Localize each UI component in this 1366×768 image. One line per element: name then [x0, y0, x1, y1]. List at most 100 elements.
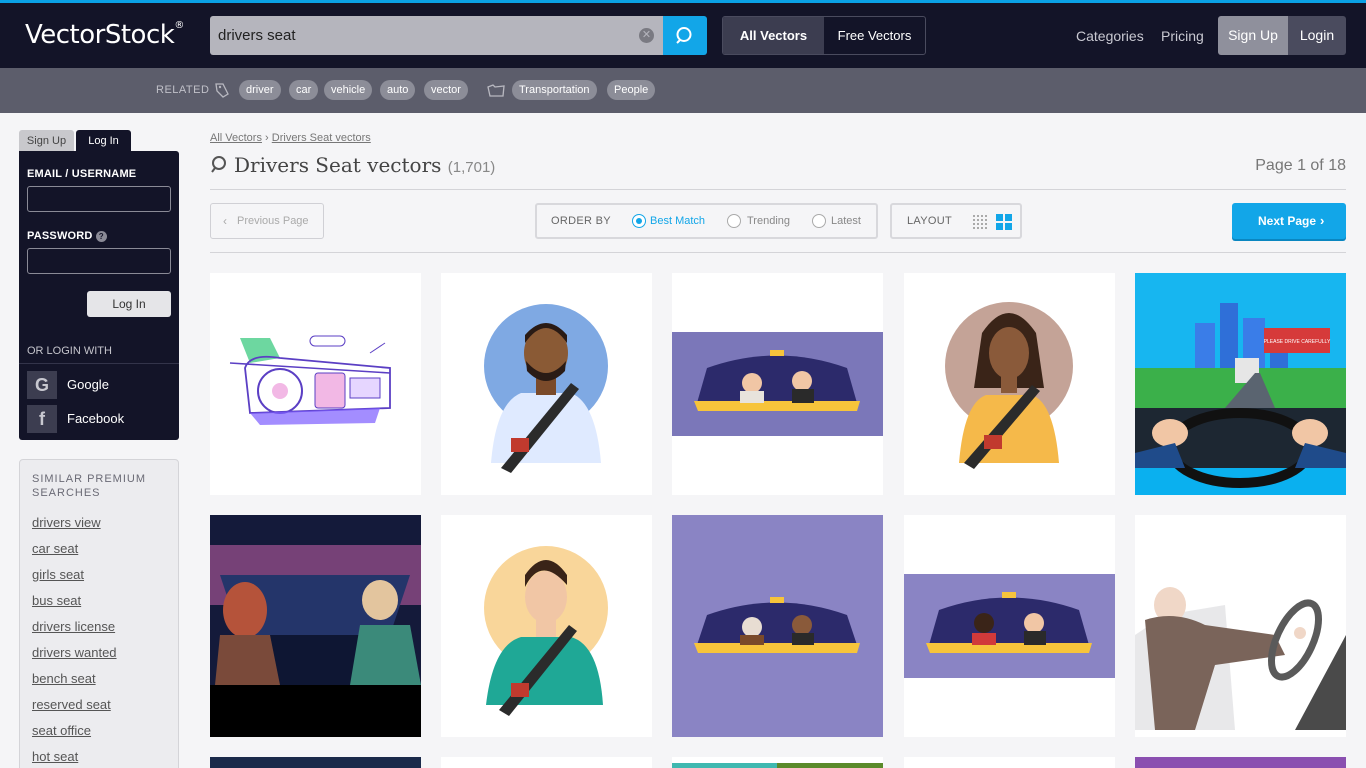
- similar-link[interactable]: girls seat: [32, 567, 84, 582]
- billboard-text: PLEASE DRIVE CAREFULLY: [1264, 339, 1331, 345]
- similar-link[interactable]: reserved seat: [32, 697, 111, 712]
- similar-searches-panel: SIMILAR PREMIUM SEARCHES drivers view ca…: [19, 459, 179, 768]
- signup-button[interactable]: Sign Up: [1218, 16, 1288, 55]
- similar-link[interactable]: bus seat: [32, 593, 81, 608]
- email-field[interactable]: [27, 186, 171, 212]
- search-icon: [676, 27, 692, 44]
- related-tag-vector[interactable]: vector: [424, 80, 468, 100]
- similar-link[interactable]: hot seat: [32, 749, 78, 764]
- result-thumbnail[interactable]: [672, 515, 883, 737]
- small-grid-icon[interactable]: [973, 215, 987, 229]
- order-latest-label[interactable]: Latest: [831, 215, 861, 227]
- result-thumbnail[interactable]: [210, 515, 421, 737]
- google-icon: G: [27, 371, 57, 399]
- similar-link[interactable]: drivers wanted: [32, 645, 117, 660]
- breadcrumb-drivers-seat[interactable]: Drivers Seat vectors: [272, 132, 371, 144]
- all-vectors-tab[interactable]: All Vectors: [723, 17, 824, 54]
- folder-icon: [487, 84, 505, 97]
- breadcrumb-all-vectors[interactable]: All Vectors: [210, 132, 262, 144]
- search-input[interactable]: [218, 16, 638, 55]
- chevron-right-icon: ›: [1320, 213, 1325, 228]
- related-tag-driver[interactable]: driver: [239, 80, 281, 100]
- order-by-label: ORDER BY: [551, 215, 611, 227]
- password-field[interactable]: [27, 248, 171, 274]
- result-thumbnail[interactable]: PLEASE DRIVE CAREFULLY: [1135, 273, 1346, 495]
- related-label: RELATED: [156, 84, 210, 96]
- result-thumbnail[interactable]: [672, 757, 883, 768]
- password-label: PASSWORD ?: [27, 230, 107, 242]
- password-label-text: PASSWORD: [27, 230, 93, 242]
- breadcrumb-separator: ›: [265, 132, 269, 144]
- similar-link[interactable]: car seat: [32, 541, 78, 556]
- order-latest-radio[interactable]: [812, 214, 826, 228]
- result-thumbnail[interactable]: [1135, 515, 1346, 737]
- driving-road-illustration: PLEASE DRIVE CAREFULLY: [1135, 273, 1346, 488]
- related-tag-vehicle[interactable]: vehicle: [324, 80, 373, 100]
- order-trending-label[interactable]: Trending: [747, 215, 790, 227]
- dashboard-line-illustration: [229, 335, 391, 425]
- result-thumbnail[interactable]: [904, 757, 1115, 768]
- facebook-login[interactable]: f Facebook: [27, 405, 177, 433]
- facebook-login-label: Facebook: [67, 411, 125, 426]
- order-by-control: ORDER BY Best Match Trending Latest: [535, 203, 878, 239]
- tag-icon: [215, 83, 229, 98]
- taxi-woman-passenger-illustration: [904, 574, 1115, 678]
- order-best-match-radio[interactable]: [632, 214, 646, 228]
- order-trending-radio[interactable]: [727, 214, 741, 228]
- result-count: (1,701): [447, 159, 496, 176]
- result-thumbnail[interactable]: [904, 273, 1115, 495]
- page-title: Drivers Seat vectors (1,701): [234, 153, 495, 177]
- result-thumbnail[interactable]: [441, 515, 652, 737]
- man-driving-wheel-illustration: [1135, 587, 1346, 730]
- log-in-submit-button[interactable]: Log In: [87, 291, 171, 317]
- result-thumbnail[interactable]: [904, 515, 1115, 737]
- result-thumbnail[interactable]: [441, 757, 652, 768]
- clear-search-icon[interactable]: ✕: [639, 28, 654, 43]
- result-thumbnail[interactable]: [210, 273, 421, 495]
- similar-link[interactable]: bench seat: [32, 671, 96, 686]
- google-login[interactable]: G Google: [27, 371, 177, 399]
- result-thumbnail[interactable]: [441, 273, 652, 495]
- site-logo[interactable]: VectorStock®: [25, 20, 184, 50]
- search-box: ✕: [210, 16, 663, 55]
- partial-thumbnail-illustration: [672, 763, 883, 768]
- tab-sign-up[interactable]: Sign Up: [19, 130, 74, 152]
- email-label: EMAIL / USERNAME: [27, 168, 137, 180]
- or-login-with-label: OR LOGIN WITH: [27, 345, 112, 357]
- similar-link[interactable]: seat office: [32, 723, 91, 738]
- password-help-icon[interactable]: ?: [95, 230, 107, 242]
- woman-seatbelt-illustration: [945, 302, 1073, 469]
- large-grid-icon[interactable]: [996, 214, 1012, 230]
- logo-text: VectorStock: [25, 20, 175, 50]
- similar-link[interactable]: drivers license: [32, 619, 115, 634]
- related-bar: RELATED driver car vehicle auto vector T…: [0, 68, 1366, 113]
- related-category-transportation[interactable]: Transportation: [512, 80, 597, 100]
- breadcrumb: All Vectors › Drivers Seat vectors: [210, 132, 371, 144]
- result-thumbnail[interactable]: [1135, 757, 1346, 768]
- result-thumbnail[interactable]: [672, 273, 883, 495]
- tab-log-in[interactable]: Log In: [76, 130, 131, 152]
- categories-link[interactable]: Categories: [1076, 28, 1144, 44]
- site-header: VectorStock® ✕ All Vectors Free Vectors …: [0, 3, 1366, 68]
- login-button[interactable]: Login: [1288, 16, 1346, 55]
- search-icon: [211, 156, 226, 173]
- next-page-button[interactable]: Next Page ›: [1232, 203, 1346, 239]
- free-vectors-tab[interactable]: Free Vectors: [824, 17, 925, 54]
- pricing-link[interactable]: Pricing: [1161, 28, 1204, 44]
- layout-control: LAYOUT: [890, 203, 1022, 239]
- order-best-match-label[interactable]: Best Match: [650, 215, 705, 227]
- divider: [210, 252, 1346, 253]
- similar-link[interactable]: drivers view: [32, 515, 101, 530]
- result-thumbnail[interactable]: [210, 757, 421, 768]
- previous-page-button[interactable]: ‹ Previous Page: [210, 203, 324, 239]
- related-tag-auto[interactable]: auto: [380, 80, 416, 100]
- previous-page-label: Previous Page: [237, 215, 309, 227]
- related-category-people[interactable]: People: [607, 80, 656, 100]
- page-title-text: Drivers Seat vectors: [234, 153, 442, 177]
- vector-type-toggle: All Vectors Free Vectors: [722, 16, 926, 55]
- related-tag-car[interactable]: car: [289, 80, 319, 100]
- search-button[interactable]: [663, 16, 707, 55]
- man-teal-seatbelt-illustration: [484, 546, 608, 716]
- couple-driving-illustration: [210, 515, 421, 685]
- next-page-label: Next Page: [1258, 214, 1317, 228]
